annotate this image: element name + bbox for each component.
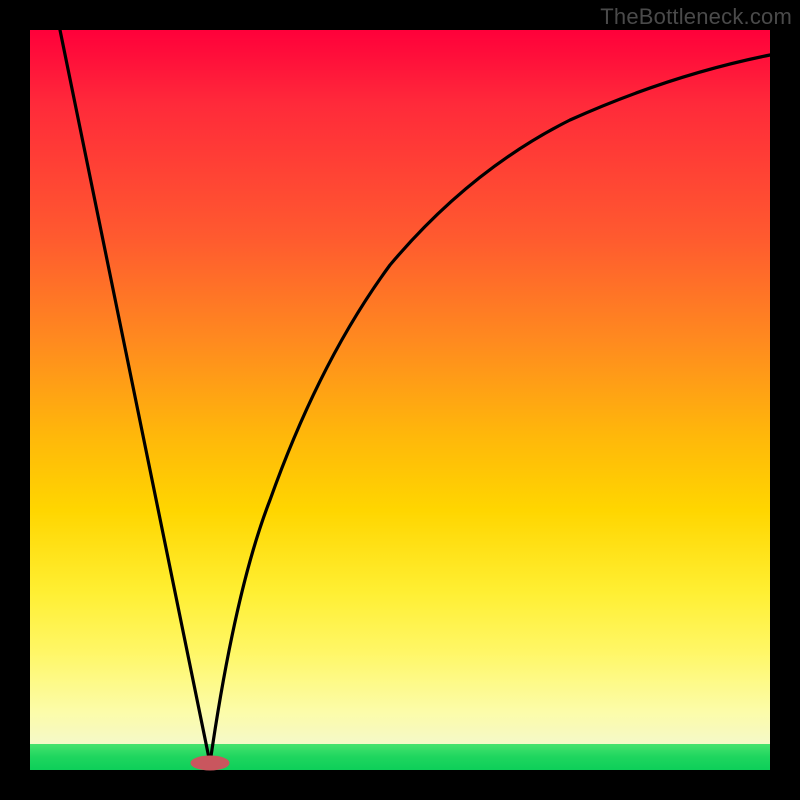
curve-left-limb <box>60 30 210 763</box>
watermark-text: TheBottleneck.com <box>600 4 792 30</box>
curve-right-limb <box>210 55 770 763</box>
minimum-marker-oval <box>191 756 229 770</box>
chart-curves-layer <box>30 30 770 770</box>
